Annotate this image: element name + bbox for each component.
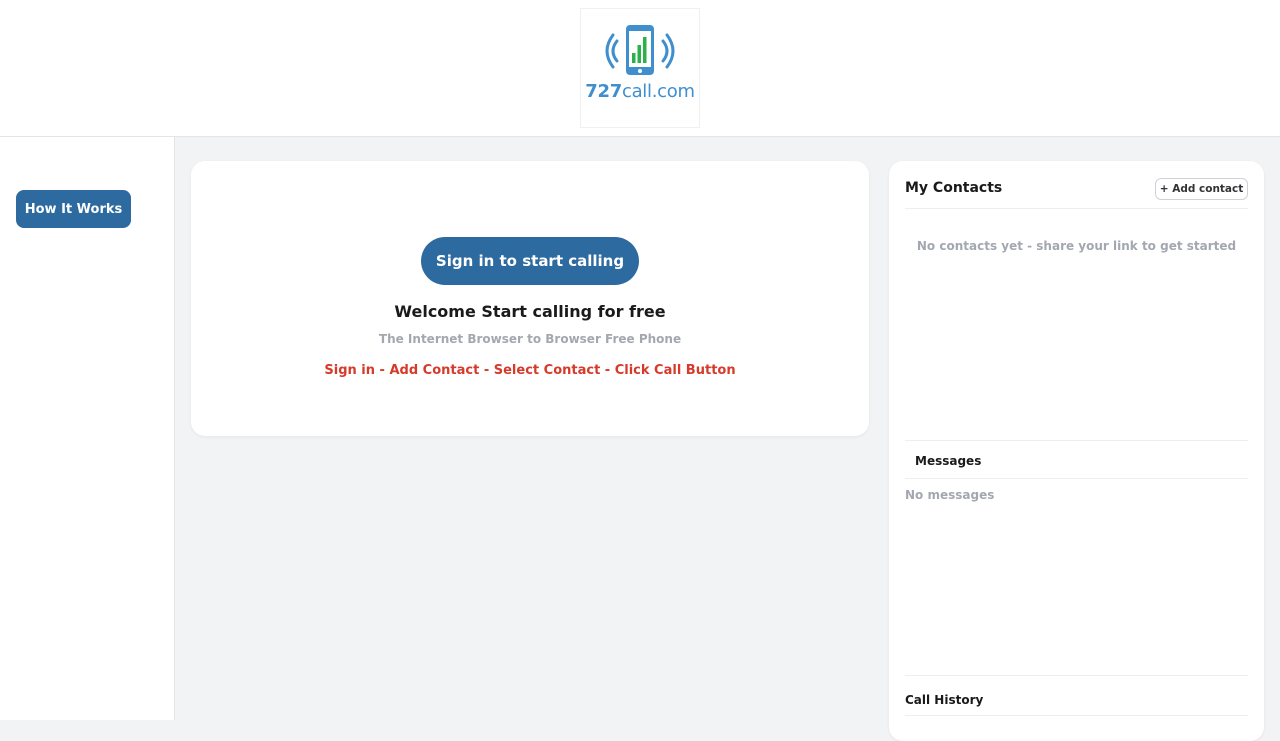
contacts-panel: My Contacts + Add contact No contacts ye… [889,161,1264,741]
contacts-title: My Contacts [905,180,1003,196]
contacts-empty-text: No contacts yet - share your link to get… [916,239,1237,253]
add-contact-button[interactable]: + Add contact [1155,178,1248,200]
messages-title: Messages [915,454,982,468]
history-divider-top [905,675,1248,676]
welcome-heading: Welcome Start calling for free [394,302,666,321]
sign-in-button[interactable]: Sign in to start calling [421,237,639,285]
contacts-divider [905,208,1248,209]
steps-instructions: Sign in - Add Contact - Select Contact -… [324,363,736,378]
tagline: The Internet Browser to Browser Free Pho… [378,332,682,346]
logo-number: 727 [585,81,622,102]
phone-signal-icon [605,25,675,75]
messages-divider-bottom [905,478,1248,479]
header: 727call.com [0,0,1280,137]
messages-empty-text: No messages [905,488,995,502]
call-history-title: Call History [905,693,984,707]
welcome-card: Sign in to start calling Welcome Start c… [191,161,869,436]
messages-divider-top [905,440,1248,441]
how-it-works-button[interactable]: How It Works [16,190,131,228]
history-divider-bottom [905,715,1248,716]
logo-suffix: call.com [621,81,695,102]
logo-text: 727call.com [581,81,699,102]
logo[interactable]: 727call.com [580,8,700,128]
sidebar: How It Works [0,137,175,720]
